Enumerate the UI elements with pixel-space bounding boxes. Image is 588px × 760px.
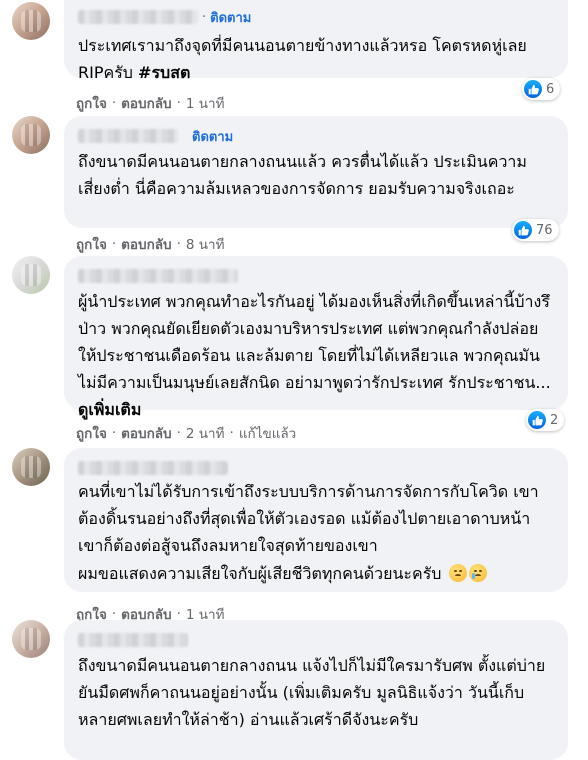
comment-bubble: คนที่เขาไม่ได้รับการเข้าถึงระบบบริการด้า… [64,448,568,592]
avatar[interactable] [12,620,50,658]
comment-text: ถึงขนาดมีคนนอนตายกลางถนนแล้ว ควรตื่นได้แ… [78,152,527,198]
avatar[interactable] [12,116,50,154]
author-name[interactable] [78,10,198,24]
avatar[interactable] [12,448,50,486]
author-name[interactable] [78,269,238,283]
reply-button[interactable]: ตอบกลับ [121,422,171,444]
reaction-count[interactable]: 6 [522,78,561,100]
author-name[interactable] [78,129,178,143]
pensive-face-icon [448,564,467,582]
comment-actions: ถูกใจ · ตอบกลับ · 1 นาที [76,92,225,114]
comment-bubble: ถึงขนาดมีคนนอนตายกลางถนน แจ้งไปก็ไม่มีใค… [64,620,568,760]
avatar[interactable] [12,2,50,40]
comment-bubble: ผู้นำประเทศ พวกคุณทำอะไรกันอยู่ ได้มองเห… [64,256,568,419]
reaction-count[interactable]: 76 [512,219,559,241]
thumbs-up-icon [524,80,542,98]
follow-button[interactable]: ติดตาม [192,126,233,147]
like-button[interactable]: ถูกใจ [76,92,107,114]
reaction-count[interactable]: 2 [526,409,565,431]
author-row [78,459,228,477]
comment-bubble: ติดตาม ถึงขนาดมีคนนอนตายกลางถนนแล้ว ควรต… [64,116,568,228]
author-row [78,267,238,285]
comment-actions: ถูกใจ · ตอบกลับ · 8 นาที [76,233,225,255]
hashtag-link[interactable]: #รบสต [138,63,190,82]
author-name[interactable] [78,633,188,647]
author-name[interactable] [78,461,228,475]
see-more-link[interactable]: ดูเพิ่มเติม [78,400,141,419]
comment-actions: ถูกใจ · ตอบกลับ · 2 นาที · แก้ไขแล้ว [76,422,296,444]
timestamp[interactable]: 2 นาที [186,422,225,444]
follow-button[interactable]: ติดตาม [210,7,251,28]
edited-label: แก้ไขแล้ว [238,426,297,442]
comment-text: ประเทศเรามาถึงจุดที่มีคนนอนตายข้างทางแล้… [78,36,527,82]
like-button[interactable]: ถูกใจ [76,422,107,444]
timestamp[interactable]: 1 นาที [186,92,225,114]
thumbs-up-icon [528,411,546,429]
avatar[interactable] [12,256,50,294]
comment-text: ผู้นำประเทศ พวกคุณทำอะไรกันอยู่ ได้มองเห… [78,292,551,419]
reply-button[interactable]: ตอบกลับ [121,233,171,255]
author-row: · ติดตาม [78,8,251,26]
comment-text: คนที่เขาไม่ได้รับการเข้าถึงระบบบริการด้า… [78,482,539,555]
like-button[interactable]: ถูกใจ [76,233,107,255]
author-row [78,631,188,649]
comment-bubble: · ติดตาม ประเทศเรามาถึงจุดที่มีคนนอนตายข… [64,0,568,82]
crying-face-icon [468,564,487,582]
reply-button[interactable]: ตอบกลับ [121,92,171,114]
timestamp[interactable]: 8 นาที [186,233,225,255]
author-row: ติดตาม [78,127,233,145]
thumbs-up-icon [514,221,532,239]
comment-text-second: ผมขอแสดงความเสียใจกับผู้เสียชีวิตทุกคนด้… [78,560,554,587]
comment-text: ถึงขนาดมีคนนอนตายกลางถนน แจ้งไปก็ไม่มีใค… [78,656,546,729]
